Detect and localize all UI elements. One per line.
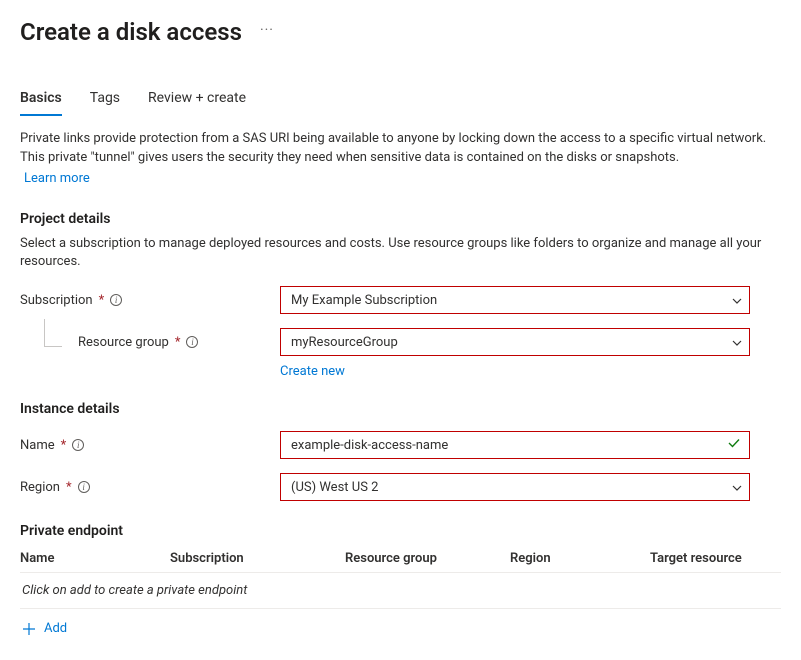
tabs: Basics Tags Review + create: [20, 90, 781, 116]
col-resource-group: Resource group: [345, 551, 510, 566]
name-value: example-disk-access-name: [291, 438, 448, 453]
plus-icon: [22, 622, 36, 636]
subscription-value: My Example Subscription: [291, 293, 437, 308]
subscription-select[interactable]: My Example Subscription: [280, 286, 750, 314]
add-endpoint-button[interactable]: Add: [20, 609, 781, 640]
endpoint-table-header: Name Subscription Resource group Region …: [20, 551, 781, 573]
create-new-link[interactable]: Create new: [280, 364, 345, 379]
name-label: Name * i: [20, 438, 280, 453]
subscription-label: Subscription * i: [20, 293, 280, 308]
tab-review-create[interactable]: Review + create: [148, 90, 246, 116]
intro-body: Private links provide protection from a …: [20, 131, 766, 165]
col-target-resource: Target resource: [650, 551, 781, 566]
info-icon[interactable]: i: [186, 336, 198, 348]
info-icon[interactable]: i: [72, 439, 84, 451]
required-asterisk: *: [66, 480, 72, 495]
resource-group-label: Resource group * i: [20, 335, 280, 350]
required-asterisk: *: [99, 293, 105, 308]
col-region: Region: [510, 551, 650, 566]
intro-text: Private links provide protection from a …: [20, 130, 780, 189]
col-name: Name: [20, 551, 170, 566]
col-subscription: Subscription: [170, 551, 345, 566]
chevron-down-icon: [731, 337, 741, 347]
more-icon[interactable]: ···: [260, 22, 274, 42]
instance-details-heading: Instance details: [20, 401, 781, 417]
tab-tags[interactable]: Tags: [90, 90, 120, 116]
region-select[interactable]: (US) West US 2: [280, 473, 750, 501]
check-icon: [727, 436, 741, 454]
project-details-heading: Project details: [20, 211, 781, 227]
required-asterisk: *: [175, 335, 181, 350]
add-label: Add: [44, 621, 67, 636]
learn-more-link[interactable]: Learn more: [24, 170, 90, 189]
region-label: Region * i: [20, 480, 280, 495]
chevron-down-icon: [731, 295, 741, 305]
chevron-down-icon: [731, 482, 741, 492]
name-label-text: Name: [20, 438, 55, 453]
region-value: (US) West US 2: [291, 480, 378, 495]
tree-connector: [44, 319, 62, 347]
info-icon[interactable]: i: [78, 481, 90, 493]
required-asterisk: *: [61, 438, 67, 453]
resource-group-select[interactable]: myResourceGroup: [280, 328, 750, 356]
project-details-desc: Select a subscription to manage deployed…: [20, 235, 780, 273]
resource-group-label-text: Resource group: [78, 335, 169, 350]
info-icon[interactable]: i: [110, 294, 122, 306]
private-endpoint-heading: Private endpoint: [20, 523, 781, 539]
subscription-label-text: Subscription: [20, 293, 93, 308]
region-label-text: Region: [20, 480, 60, 495]
endpoint-placeholder-row: Click on add to create a private endpoin…: [20, 573, 781, 609]
page-title: Create a disk access: [20, 18, 242, 46]
name-input[interactable]: example-disk-access-name: [280, 431, 750, 459]
resource-group-value: myResourceGroup: [291, 335, 398, 350]
tab-basics[interactable]: Basics: [20, 90, 62, 116]
